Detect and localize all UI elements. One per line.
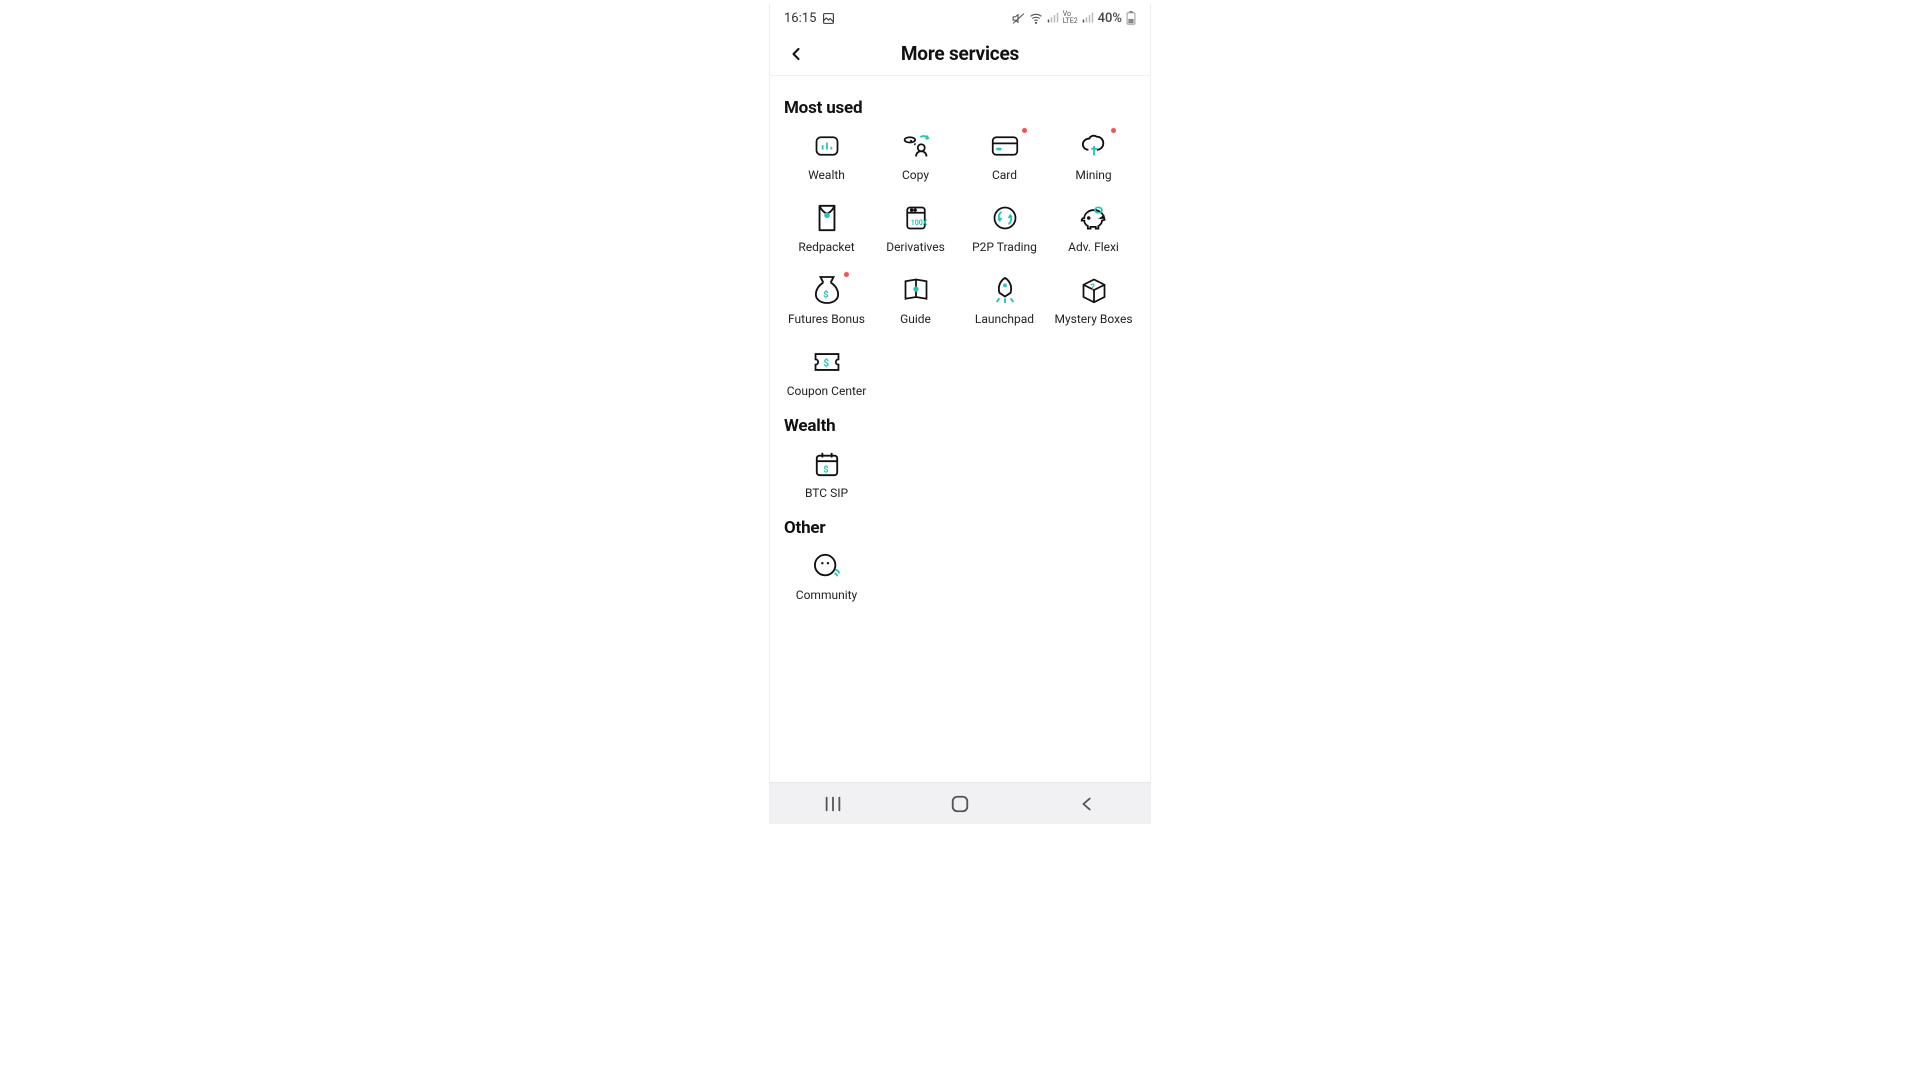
section-title-wealth: Wealth <box>784 416 1136 436</box>
rocket-icon <box>989 274 1021 306</box>
status-left: 16:15 <box>784 11 835 26</box>
tile-label: Futures Bonus <box>788 312 865 326</box>
badge-dot <box>844 272 849 277</box>
badge-dot <box>1111 128 1116 133</box>
page-title: More services <box>770 42 1150 65</box>
android-nav-bar <box>770 782 1150 824</box>
tile-label: Guide <box>900 312 931 326</box>
tile-coupon-center[interactable]: $ Coupon Center <box>782 344 871 400</box>
tile-label: Card <box>992 168 1017 182</box>
tile-derivatives[interactable]: 100X Derivatives <box>871 200 960 256</box>
tile-p2p[interactable]: P2P Trading <box>960 200 1049 256</box>
redpacket-icon <box>811 202 843 234</box>
mystery-box-icon: ? <box>1078 274 1110 306</box>
back-button[interactable] <box>786 44 806 64</box>
svg-text:$: $ <box>823 358 829 369</box>
mute-icon <box>1012 12 1025 25</box>
recents-button[interactable] <box>813 784 853 824</box>
svg-text:$: $ <box>823 289 828 300</box>
tile-btc-sip[interactable]: $ BTC SIP <box>782 446 871 502</box>
calendar-dollar-icon: $ <box>811 448 843 480</box>
svg-text:100X: 100X <box>910 219 927 227</box>
battery-percent: 40% <box>1098 11 1122 26</box>
copy-icon <box>900 130 932 162</box>
tile-label: Mining <box>1075 168 1111 182</box>
community-icon <box>811 550 843 582</box>
tile-mining[interactable]: Mining <box>1049 128 1138 184</box>
grid-wealth: $ BTC SIP <box>782 446 1138 502</box>
p2p-icon <box>989 202 1021 234</box>
tile-card[interactable]: Card <box>960 128 1049 184</box>
tile-futures-bonus[interactable]: $ Futures Bonus <box>782 272 871 328</box>
status-right: VoLTE2 40% <box>1012 11 1136 26</box>
section-title-most-used: Most used <box>784 98 1136 118</box>
content-scroll[interactable]: Most used Wealth Copy Card <box>770 76 1150 782</box>
title-bar: More services <box>770 32 1150 76</box>
tile-guide[interactable]: Guide <box>871 272 960 328</box>
tile-label: Coupon Center <box>787 384 867 398</box>
signal-2-icon <box>1082 12 1094 24</box>
svg-text:?: ? <box>1090 283 1095 293</box>
tile-label: Adv. Flexi <box>1068 240 1119 254</box>
tile-label: Derivatives <box>886 240 945 254</box>
card-icon <box>989 130 1021 162</box>
home-button[interactable] <box>940 784 980 824</box>
volte-label: VoLTE2 <box>1063 11 1078 25</box>
mining-icon <box>1078 130 1110 162</box>
tile-label: Mystery Boxes <box>1054 312 1132 326</box>
phone-frame: 16:15 VoLTE2 40% <box>769 4 1151 824</box>
tile-label: P2P Trading <box>972 240 1037 254</box>
svg-text:$: $ <box>823 464 828 475</box>
tile-community[interactable]: Community <box>782 548 871 604</box>
grid-most-used: Wealth Copy Card Minin <box>782 128 1138 400</box>
coupon-icon: $ <box>811 346 843 378</box>
tile-flexi[interactable]: Adv. Flexi <box>1049 200 1138 256</box>
signal-1-icon <box>1047 12 1059 24</box>
tile-label: BTC SIP <box>805 486 848 500</box>
wealth-icon <box>811 130 843 162</box>
grid-other: Community <box>782 548 1138 604</box>
moneybag-icon: $ <box>811 274 843 306</box>
tile-launchpad[interactable]: Launchpad <box>960 272 1049 328</box>
tile-mystery-boxes[interactable]: ? Mystery Boxes <box>1049 272 1138 328</box>
derivatives-icon: 100X <box>900 202 932 234</box>
tile-label: Wealth <box>808 168 845 182</box>
battery-icon <box>1126 11 1136 25</box>
badge-dot <box>1022 128 1027 133</box>
tile-wealth[interactable]: Wealth <box>782 128 871 184</box>
section-title-other: Other <box>784 518 1136 538</box>
guide-icon <box>900 274 932 306</box>
tile-label: Copy <box>902 168 929 182</box>
gallery-icon <box>822 12 835 25</box>
tile-copy[interactable]: Copy <box>871 128 960 184</box>
tile-label: Community <box>796 588 857 602</box>
tile-redpacket[interactable]: Redpacket <box>782 200 871 256</box>
tile-label: Launchpad <box>975 312 1034 326</box>
piggy-icon <box>1078 202 1110 234</box>
tile-label: Redpacket <box>798 240 854 254</box>
wifi-icon <box>1029 12 1043 25</box>
status-time: 16:15 <box>784 11 816 26</box>
status-bar: 16:15 VoLTE2 40% <box>770 4 1150 32</box>
back-nav-button[interactable] <box>1067 784 1107 824</box>
